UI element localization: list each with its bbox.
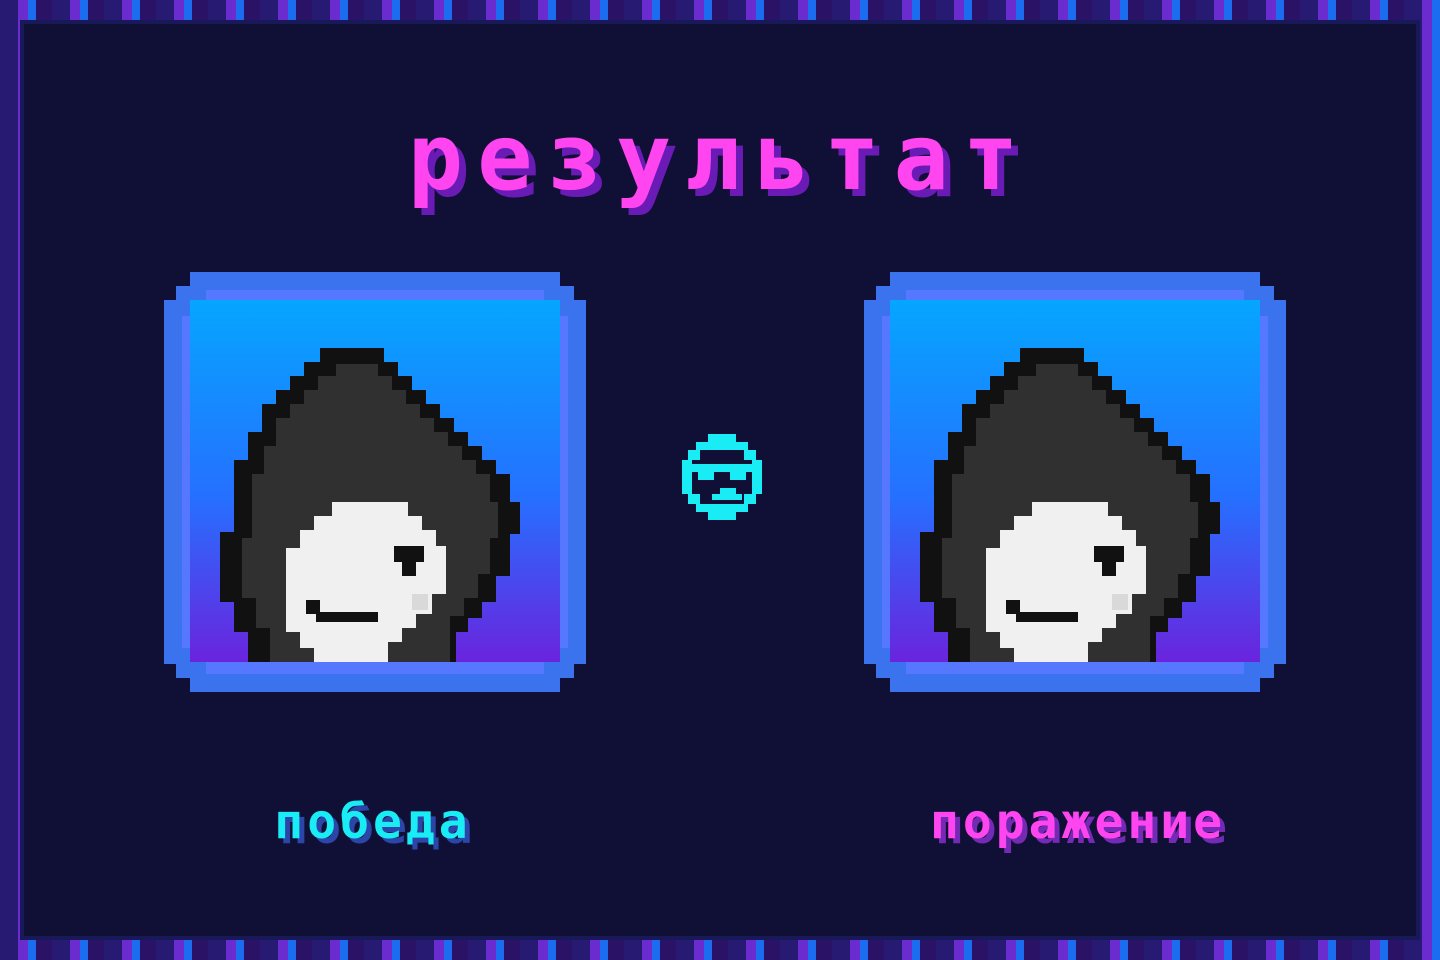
cool-face-icon [682,434,762,520]
winner-result-label: победа [274,794,472,850]
winner-avatar-card [164,272,586,692]
page-title: результат [407,104,1033,211]
winner-avatar-frame [164,272,586,692]
loser-result-label: поражение [929,794,1227,850]
loser-avatar-card [864,272,1286,692]
game-result-screen: результат победа поражение [0,0,1440,960]
loser-avatar-frame [864,272,1286,692]
